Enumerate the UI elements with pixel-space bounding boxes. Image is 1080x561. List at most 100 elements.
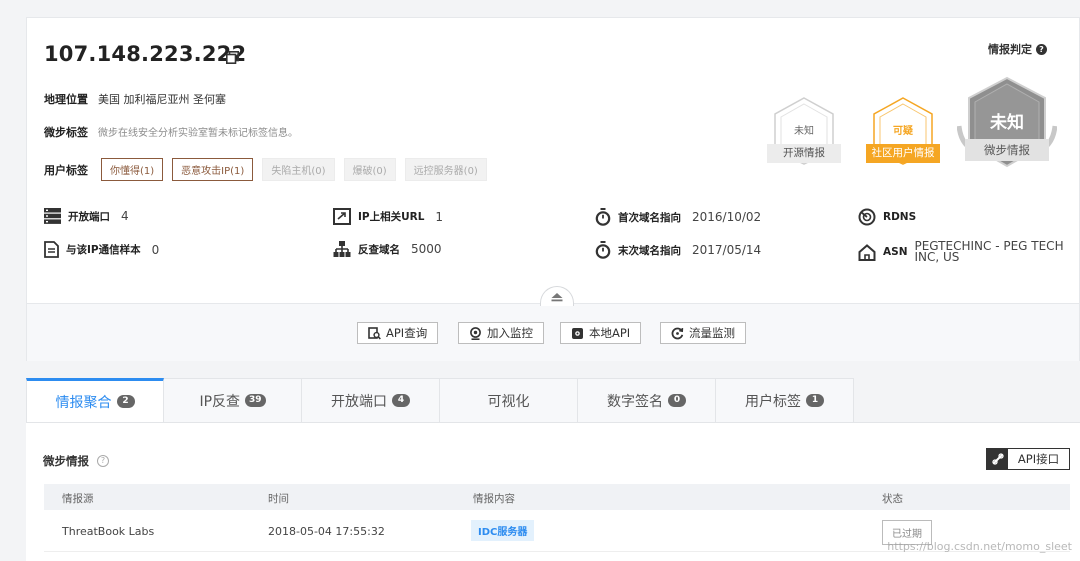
document-icon [44,241,59,258]
tab-visualization[interactable]: 可视化 [440,378,578,423]
stat-value: 2017/05/14 [692,243,762,257]
user-tags-label: 用户标签 [44,163,88,177]
copy-icon[interactable] [226,51,239,64]
user-tag[interactable]: 爆破(0) [343,158,396,181]
hierarchy-icon [333,241,351,257]
stat-value: PEGTECHINC - PEG TECH INC, US [914,239,1064,264]
stat-value: 5000 [411,242,442,256]
camera-icon [470,326,481,340]
tab-ip-reverse[interactable]: IP反查 39 [164,378,302,423]
stat-value: 0 [151,242,160,257]
stat-open-ports[interactable]: 开放端口 4 [44,208,129,224]
stat-label: RDNS [883,211,917,223]
threatbook-label: 微步情报 [965,139,1049,161]
gear-icon [572,327,583,339]
user-tag[interactable]: 你懂得(1) [101,158,164,181]
link-box-icon [333,208,351,225]
local-api-button[interactable]: 本地API [560,322,642,344]
open-source-label: 开源情报 [767,144,841,163]
stat-label: 反查域名 [358,243,400,256]
community-badge: 可疑 社区用户情报 [866,96,940,166]
link-icon [987,449,1008,469]
stat-last-domain: 末次域名指向 2017/05/14 [595,241,761,259]
add-monitor-label: 加入监控 [487,326,533,340]
watermark: https://blog.csdn.net/momo_sleet [887,540,1072,553]
stat-value: 2016/10/02 [692,210,762,224]
api-query-label: API查询 [386,326,428,340]
ip-address-title: 107.148.223.222 [44,42,247,66]
section-title: 微步情报 ? [43,453,109,469]
stopwatch-icon [595,241,611,259]
api-interface-button[interactable]: API接口 [986,448,1070,470]
stat-related-url[interactable]: IP上相关URL 1 [333,208,443,225]
stat-label: 首次域名指向 [618,211,681,224]
micro-tags-label: 微步标签 [44,126,88,139]
stat-label: 末次域名指向 [618,244,681,257]
api-query-button[interactable]: API查询 [357,322,439,344]
geo-value: 美国 加利福尼亚州 圣何塞 [98,93,226,106]
stat-first-domain: 首次域名指向 2016/10/02 [595,208,761,226]
ip-info-card: 107.148.223.222 地理位置 美国 加利福尼亚州 圣何塞 微步标签 … [26,17,1080,361]
traffic-monitor-button[interactable]: 流量监测 [660,322,746,344]
stat-rdns: RDNS [858,208,927,226]
help-icon[interactable]: ? [97,455,109,467]
micro-tags-value: 微步在线安全分析实验室暂未标记标签信息。 [98,128,298,139]
home-icon [858,243,876,261]
stat-label: IP上相关URL [358,211,425,223]
threatbook-badge: 未知 微步情报 [957,76,1057,168]
section-title-text: 微步情报 [43,454,89,468]
stat-value: 4 [121,209,129,223]
tab-count-badge: 39 [245,394,266,407]
stat-label: ASN [883,246,908,258]
micro-tags-row: 微步标签 微步在线安全分析实验室暂未标记标签信息。 [44,124,298,140]
geo-location-row: 地理位置 美国 加利福尼亚州 圣何塞 [44,91,226,107]
user-tag[interactable]: 远控服务器(0) [404,158,487,181]
tab-label: 数字签名 [607,393,663,410]
local-api-label: 本地API [589,326,631,340]
tab-intel-aggregate[interactable]: 情报聚合 2 [26,378,164,423]
refresh-icon [671,327,684,339]
open-source-level: 未知 [794,126,814,137]
community-label: 社区用户情报 [866,144,940,163]
verdict-title: 情报判定 ? [988,41,1047,57]
user-tag[interactable]: 恶意攻击IP(1) [172,158,254,181]
tab-count-badge: 4 [392,394,410,407]
tab-count-badge: 1 [806,394,824,407]
tab-label: 可视化 [487,393,530,410]
tab-label: 开放端口 [331,393,387,410]
search-doc-icon [368,326,381,340]
verdict-title-text: 情报判定 [988,43,1032,56]
tab-label: 情报聚合 [55,394,112,411]
tab-user-tags[interactable]: 用户标签 1 [716,378,854,423]
stat-reverse-domain[interactable]: 反查域名 5000 [333,241,442,257]
api-interface-label: API接口 [1017,452,1060,466]
column-header: 状态 [882,493,903,505]
stats-grid: 开放端口 4 IP上相关URL 1 首次域名指向 2016/10/02 RDNS… [44,208,1074,268]
tab-count-badge: 0 [668,394,686,407]
stat-samples[interactable]: 与该IP通信样本 0 [44,241,159,258]
geo-label: 地理位置 [44,93,88,106]
radar-icon [858,208,876,226]
collapse-toggle[interactable] [540,286,574,306]
tab-digital-signature[interactable]: 数字签名 0 [578,378,716,423]
tab-open-ports[interactable]: 开放端口 4 [302,378,440,423]
open-source-badge: 未知 开源情报 [767,96,841,166]
stat-label: 与该IP通信样本 [66,244,141,256]
traffic-monitor-label: 流量监测 [689,326,735,340]
column-header: 情报源 [62,493,94,505]
column-header: 情报内容 [473,493,515,505]
stat-label: 开放端口 [68,210,110,223]
add-monitor-button[interactable]: 加入监控 [458,322,544,344]
stopwatch-icon [595,208,611,226]
intel-content-tag: IDC服务器 [471,520,535,541]
threatbook-level: 未知 [990,113,1024,133]
intel-table-header: 情报源 时间 情报内容 状态 [44,484,1070,510]
detail-tabs: 情报聚合 2 IP反查 39 开放端口 4 可视化 数字签名 0 用户标签 1 [26,378,854,423]
eject-icon [551,293,563,302]
help-icon[interactable]: ? [1036,43,1047,55]
tab-label: IP反查 [199,393,241,410]
action-bar: API查询 加入监控 本地API 流量监测 [27,304,1079,361]
user-tag[interactable]: 失陷主机(0) [262,158,335,181]
community-level: 可疑 [893,126,913,137]
intel-source: ThreatBook Labs [62,525,155,538]
